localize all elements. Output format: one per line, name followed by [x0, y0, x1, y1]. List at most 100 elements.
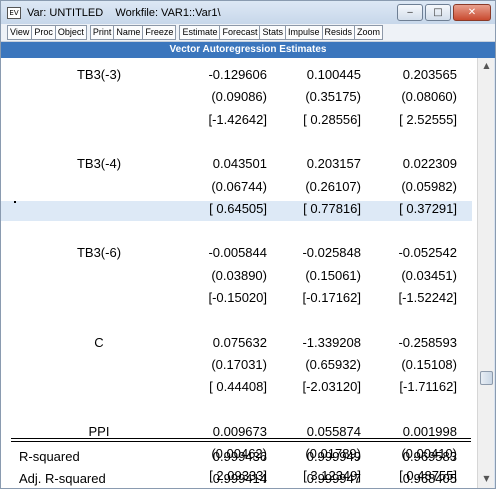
view-button[interactable]: View — [7, 25, 33, 40]
value-col-2: 0.999949 — [306, 449, 361, 464]
value-col-1: [ 0.44408] — [209, 379, 267, 395]
row-label: TB3(-3) — [76, 67, 122, 82]
row-label: C — [94, 334, 104, 350]
table-row: [ 0.44408] [-2.03120] [-1.71162] — [1, 376, 477, 399]
table-row: [-1.42642] [ 0.28556] [ 2.52555] — [1, 109, 477, 132]
eviews-app-icon[interactable]: EV — [7, 6, 21, 19]
value-col-3: (0.05982) — [401, 178, 457, 194]
value-col-1: [-1.42642] — [208, 111, 267, 127]
table-divider — [11, 441, 471, 442]
table-row: TB3(-3) -0.129606 0.100445 0.203565 — [1, 64, 477, 87]
stats-button[interactable]: Stats — [259, 25, 286, 40]
table-row — [1, 399, 477, 422]
value-col-2: 0.100445 — [306, 67, 361, 82]
value-col-2: (0.15061) — [305, 267, 361, 283]
toolbar-group: View Proc Object — [7, 25, 87, 40]
value-col-3: 0.968405 — [402, 471, 457, 487]
row-label: Adj. R-squared — [19, 471, 106, 487]
table-row: TB3(-6) -0.005844 -0.025848 -0.052542 — [1, 242, 477, 265]
table-row: TB3(-4) 0.043501 0.203157 0.022309 — [1, 153, 477, 176]
value-col-2: [ 0.77816] — [303, 200, 361, 216]
value-col-1: (0.06744) — [211, 178, 267, 194]
table-row — [1, 131, 477, 154]
scroll-up-icon[interactable]: ▲ — [480, 59, 493, 73]
impulse-button[interactable]: Impulse — [284, 25, 323, 40]
object-button[interactable]: Object — [54, 25, 87, 40]
table-row: Adj. R-squared 0.999414 0.999947 0.968405 — [1, 468, 477, 488]
window-title: Var: UNTITLED Workfile: VAR1::Var1\ — [27, 6, 221, 19]
forecast-button[interactable]: Forecast — [219, 25, 261, 40]
table-row — [1, 309, 477, 332]
value-col-1: 0.075632 — [212, 334, 267, 350]
proc-button[interactable]: Proc — [31, 25, 56, 40]
vertical-scrollbar[interactable]: ▲ ▼ — [477, 58, 494, 488]
toolbar: View Proc Object Print Name Freeze Estimate For… — [1, 24, 495, 42]
print-button[interactable]: Print — [89, 25, 115, 40]
value-col-3: (0.15108) — [401, 356, 457, 372]
estimate-button[interactable]: Estimate — [179, 25, 221, 40]
value-col-1: (0.03890) — [211, 267, 267, 283]
resids-button[interactable]: Resids — [321, 25, 356, 40]
table-header: Vector Autoregression Estimates — [1, 42, 495, 58]
value-col-3: [ 0.37291] — [399, 200, 457, 216]
value-col-2: (0.35175) — [305, 89, 361, 105]
zoom-button[interactable]: Zoom — [354, 25, 384, 40]
close-button[interactable]: ✕ — [453, 4, 491, 21]
value-col-1: 0.999436 — [212, 449, 267, 464]
value-col-1: 0.999414 — [212, 471, 267, 487]
value-col-3: [-1.52242] — [398, 290, 457, 305]
value-col-2: 0.055874 — [306, 423, 361, 439]
var-window: EV Var: UNTITLED Workfile: VAR1::Var1\ ‒… — [0, 0, 496, 489]
value-col-2: (0.65932) — [305, 356, 361, 372]
value-col-2: (0.26107) — [305, 178, 361, 194]
title-bar[interactable]: EV Var: UNTITLED Workfile: VAR1::Var1\ ‒… — [1, 1, 495, 24]
value-col-3: -0.258593 — [398, 334, 457, 350]
value-col-3: 0.969583 — [402, 449, 457, 464]
value-col-1: [ 0.64505] — [209, 200, 267, 216]
name-button[interactable]: Name — [113, 25, 144, 40]
value-col-2: [-0.17162] — [302, 290, 361, 305]
table-row: [ 0.64505] [ 0.77816] [ 0.37291] — [1, 198, 477, 221]
minimize-button[interactable]: ‒ — [397, 4, 423, 21]
scroll-down-icon[interactable]: ▼ — [480, 472, 493, 486]
table-row: (0.17031) (0.65932) (0.15108) — [1, 354, 477, 377]
window-controls: ‒ □ ✕ — [397, 4, 491, 21]
freeze-button[interactable]: Freeze — [142, 25, 177, 40]
value-col-2: -0.025848 — [302, 245, 361, 261]
row-label: TB3(-4) — [76, 156, 122, 172]
table-row: [-0.15020] [-0.17162] [-1.52242] — [1, 287, 477, 310]
value-col-1: 0.043501 — [212, 156, 267, 172]
table-row: (0.09086) (0.35175) (0.08060) — [1, 86, 477, 109]
value-col-3: -0.052542 — [398, 245, 457, 261]
value-col-2: 0.203157 — [306, 156, 361, 172]
value-col-2: 0.999947 — [306, 471, 361, 487]
row-label: TB3(-6) — [76, 245, 122, 261]
value-col-1: [-0.15020] — [208, 290, 267, 305]
toolbar-group: Print Name Freeze — [89, 25, 177, 40]
value-col-2: -1.339208 — [302, 334, 361, 350]
value-col-1: 0.009673 — [212, 423, 267, 439]
value-col-3: 0.001998 — [402, 423, 457, 439]
value-col-3: (0.08060) — [401, 89, 457, 105]
value-col-1: (0.17031) — [211, 356, 267, 372]
value-col-1: (0.09086) — [211, 89, 267, 105]
toolbar-group: Estimate Forecast Stats Impulse Resids Zoom — [179, 25, 384, 40]
row-label: R-squared — [19, 449, 80, 464]
maximize-button[interactable]: □ — [425, 4, 451, 21]
value-col-3: 0.022309 — [402, 156, 457, 172]
table-divider — [11, 438, 471, 439]
value-col-2: [ 0.28556] — [303, 111, 361, 127]
value-col-1: -0.129606 — [208, 67, 267, 82]
estimation-output[interactable]: TB3(-3) -0.129606 0.100445 0.203565 (0.09086… — [1, 58, 477, 488]
value-col-3: 0.203565 — [402, 67, 457, 82]
value-col-3: [ 2.52555] — [399, 111, 457, 127]
scroll-thumb[interactable] — [480, 371, 493, 385]
value-col-1: -0.005844 — [208, 245, 267, 261]
table-row: C 0.075632 -1.339208 -0.258593 — [1, 332, 477, 355]
value-col-2: [-2.03120] — [302, 379, 361, 395]
table-row — [1, 220, 477, 243]
value-col-3: [-1.71162] — [399, 379, 457, 395]
value-col-3: (0.03451) — [401, 267, 457, 283]
table-row: R-squared 0.999436 0.999949 0.969583 — [1, 446, 477, 469]
row-label: PPI — [88, 423, 110, 439]
